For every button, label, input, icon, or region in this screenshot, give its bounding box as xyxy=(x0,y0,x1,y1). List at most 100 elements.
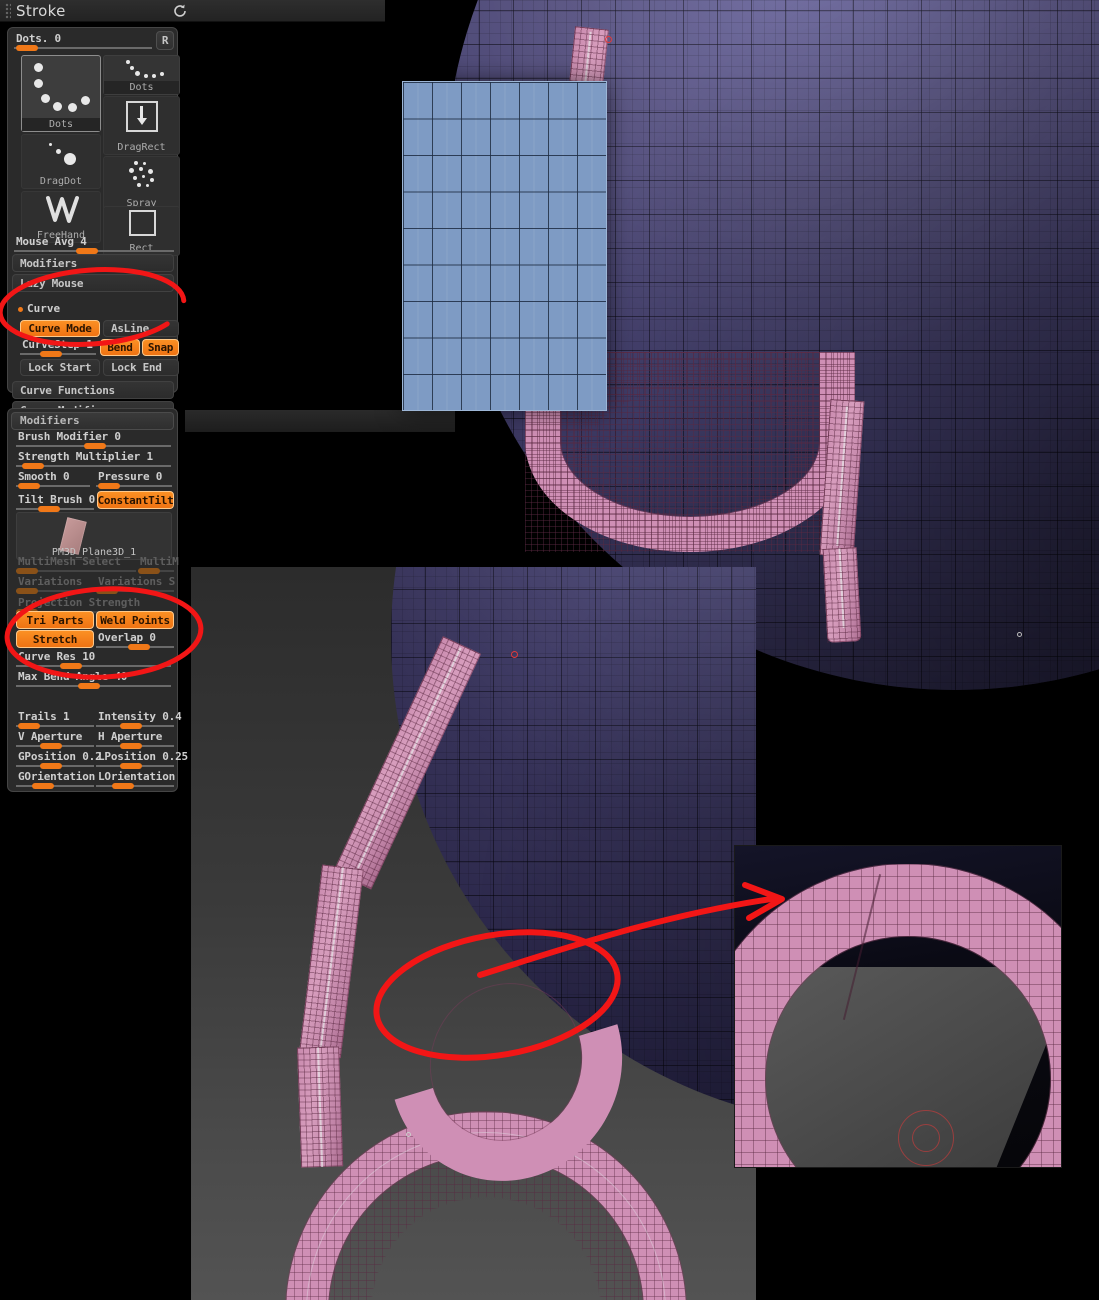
pressure-slider[interactable]: Pressure 0 xyxy=(96,470,172,489)
slider-knob[interactable] xyxy=(22,463,44,469)
slider-knob[interactable] xyxy=(16,588,38,594)
plane3d-preview-viewport[interactable] xyxy=(185,20,606,432)
slider-knob[interactable] xyxy=(98,483,120,489)
slider-knob[interactable] xyxy=(40,763,62,769)
max-bend-angle-slider[interactable]: Max Bend Angle 40 xyxy=(16,670,171,689)
curve-end-point xyxy=(1017,632,1022,637)
stroke-type-spray[interactable]: Spray xyxy=(103,156,180,211)
curve-res-label: Curve Res 10 xyxy=(18,650,96,663)
multimesh-select-slider[interactable]: MultiMesh Select xyxy=(16,555,136,574)
as-line-button[interactable]: AsLine xyxy=(103,320,179,337)
multimesh-short-label: MultiM xyxy=(140,555,179,568)
overlap-slider[interactable]: Overlap 0 xyxy=(96,631,174,650)
trails-label: Trails 1 xyxy=(18,710,70,723)
curve-start-point xyxy=(605,36,612,43)
mouse-avg-label: Mouse Avg 4 xyxy=(16,235,87,248)
tri-parts-button[interactable]: Tri Parts xyxy=(16,611,94,629)
trails-slider[interactable]: Trails 1 xyxy=(16,710,94,729)
l-orientation-slider[interactable]: LOrientation xyxy=(96,770,175,789)
curve-section-header[interactable]: Curve xyxy=(27,302,60,315)
slider-knob[interactable] xyxy=(16,568,38,574)
brush-modifier-slider[interactable]: Brush Modifier 0 xyxy=(16,430,171,449)
strength-multiplier-slider[interactable]: Strength Multiplier 1 xyxy=(16,450,171,469)
tilt-brush-label: Tilt Brush 0 xyxy=(18,493,96,506)
mouse-avg-slider[interactable]: Mouse Avg 4 xyxy=(14,235,174,254)
dots-slider[interactable]: Dots. 0 xyxy=(14,32,152,51)
lock-start-button[interactable]: Lock Start xyxy=(20,359,100,376)
bend-button[interactable]: Bend xyxy=(100,339,140,356)
slider-knob[interactable] xyxy=(18,723,40,729)
l-position-slider[interactable]: LPosition 0.25 xyxy=(96,750,188,769)
lazy-mouse-header[interactable]: Lazy Mouse xyxy=(12,274,174,292)
slider-track[interactable] xyxy=(96,785,174,787)
brush-modifier-label: Brush Modifier 0 xyxy=(18,430,121,443)
slider-knob[interactable] xyxy=(40,351,62,357)
g-position-label: GPosition 0.2 xyxy=(18,750,102,763)
stroke-type-label: Dots xyxy=(22,118,100,131)
curve-expanded-bullet xyxy=(18,307,23,312)
modifiers-panel: Modifiers Brush Modifier 0 Strength Mult… xyxy=(7,408,188,792)
slider-knob[interactable] xyxy=(138,568,160,574)
smooth-label: Smooth 0 xyxy=(18,470,70,483)
g-orientation-label: GOrientation xyxy=(18,770,96,783)
v-aperture-label: V Aperture xyxy=(18,730,83,743)
stroke-type-dragdot[interactable]: DragDot xyxy=(21,134,101,189)
max-bend-angle-label: Max Bend Angle 40 xyxy=(18,670,128,683)
tilt-brush-slider[interactable]: Tilt Brush 0 xyxy=(16,493,96,512)
slider-knob[interactable] xyxy=(120,743,142,749)
slider-track[interactable] xyxy=(16,665,171,667)
page-title: Stroke xyxy=(16,2,66,20)
slider-knob[interactable] xyxy=(60,663,82,669)
v-aperture-slider[interactable]: V Aperture xyxy=(16,730,94,749)
lock-end-button[interactable]: Lock End xyxy=(103,359,179,376)
weld-points-button[interactable]: Weld Points xyxy=(96,611,174,629)
plane3d-grid-lines xyxy=(403,82,606,410)
curve-spine xyxy=(318,866,344,1056)
brush-cursor-inner xyxy=(912,1124,940,1152)
secondary-3d-viewport[interactable] xyxy=(191,567,756,1300)
slider-track[interactable] xyxy=(16,785,94,787)
zbrush-app-window: Stroke Dots. 0 R Dots Dots DragRect Drag… xyxy=(0,0,1099,1300)
slider-knob[interactable] xyxy=(120,763,142,769)
smooth-slider[interactable]: Smooth 0 xyxy=(16,470,90,489)
multimesh-short-slider[interactable]: MultiM xyxy=(138,555,179,574)
curve-inner-arc-mesh xyxy=(348,902,664,1222)
stroke-type-dots-small[interactable]: Dots xyxy=(103,55,180,95)
mesh-preview-thumbnail[interactable]: PM3D_Plane3D_1 xyxy=(16,512,172,560)
stroke-type-dragrect[interactable]: DragRect xyxy=(103,96,180,155)
variations-s-slider[interactable]: Variations S xyxy=(96,575,175,594)
stroke-type-label: DragRect xyxy=(117,142,166,153)
slider-knob[interactable] xyxy=(96,588,118,594)
stroke-panel: Dots. 0 R Dots Dots DragRect DragDot Spr… xyxy=(7,27,180,419)
modifiers-panel-header[interactable]: Modifiers xyxy=(11,412,174,430)
constant-tilt-button[interactable]: ConstantTilt xyxy=(97,491,174,509)
h-aperture-slider[interactable]: H Aperture xyxy=(96,730,174,749)
slider-knob[interactable] xyxy=(18,483,40,489)
slider-knob[interactable] xyxy=(120,723,142,729)
curve-res-slider[interactable]: Curve Res 10 xyxy=(16,650,171,669)
curve-functions-header[interactable]: Curve Functions xyxy=(12,381,174,399)
stretch-button[interactable]: Stretch xyxy=(16,630,94,648)
variations-slider[interactable]: Variations xyxy=(16,575,94,594)
reset-button[interactable]: R xyxy=(156,31,174,50)
slider-knob[interactable] xyxy=(84,443,106,449)
g-orientation-slider[interactable]: GOrientation xyxy=(16,770,96,789)
slider-knob[interactable] xyxy=(40,743,62,749)
modifiers-subpanel-header[interactable]: Modifiers xyxy=(12,254,174,272)
g-position-slider[interactable]: GPosition 0.2 xyxy=(16,750,102,769)
snap-button[interactable]: Snap xyxy=(142,339,179,356)
slider-knob[interactable] xyxy=(112,783,134,789)
slider-knob[interactable] xyxy=(78,683,100,689)
curve-step-slider[interactable]: CurveStep 1 xyxy=(20,338,96,357)
drag-grip-icon[interactable] xyxy=(5,3,11,19)
slider-knob[interactable] xyxy=(16,45,38,51)
refresh-icon[interactable] xyxy=(172,3,188,19)
stroke-type-dots-large[interactable]: Dots xyxy=(21,55,101,132)
variations-label: Variations xyxy=(18,575,83,588)
slider-knob[interactable] xyxy=(32,783,54,789)
zoom-detail-inset[interactable] xyxy=(735,846,1061,1167)
curve-spine xyxy=(838,548,845,629)
strength-multiplier-label: Strength Multiplier 1 xyxy=(18,450,153,463)
intensity-slider[interactable]: Intensity 0.4 xyxy=(96,710,182,729)
curve-mode-button[interactable]: Curve Mode xyxy=(20,320,100,337)
